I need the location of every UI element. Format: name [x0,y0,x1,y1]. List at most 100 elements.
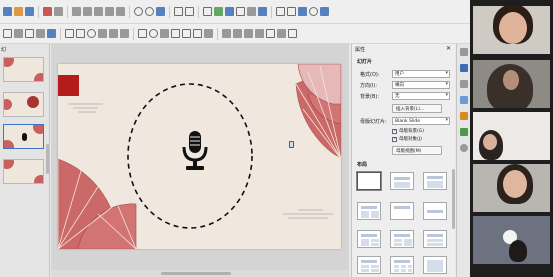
clone-icon[interactable] [105,7,114,16]
image-icon[interactable] [214,7,223,16]
textbox-icon[interactable] [236,7,245,16]
spelling-icon[interactable] [156,7,165,16]
layout-blank[interactable] [357,172,381,190]
insert-image-button[interactable]: 插入背景(L)... [392,104,442,113]
scrollbar-thumb[interactable] [161,272,231,275]
line-color-icon[interactable] [36,29,45,38]
layout-title-content[interactable] [423,172,447,190]
slide-section-title[interactable]: 幻灯片 [357,58,372,65]
slide-thumbnail-2[interactable] [3,92,44,117]
background-select[interactable]: 无 [392,92,450,100]
chart-icon[interactable] [225,7,234,16]
master-slides-icon[interactable] [460,80,468,88]
arrow-icon[interactable] [98,29,107,38]
transition-icon[interactable] [460,112,468,120]
clear-icon[interactable] [116,7,125,16]
save-icon[interactable] [25,7,34,16]
format-select[interactable]: 用户 [392,70,450,78]
layout-title-content-2[interactable] [390,230,414,248]
shapes-icon[interactable] [276,7,285,16]
slide-thumbnail-1[interactable] [3,57,44,82]
callouts-icon[interactable] [182,29,191,38]
open-icon[interactable] [14,7,23,16]
new-icon[interactable] [3,7,12,16]
fill-color-icon[interactable] [47,29,56,38]
sidebar-icon[interactable] [320,7,329,16]
stars-icon[interactable] [193,29,202,38]
select-icon[interactable] [3,29,12,38]
layout-title-2-content[interactable] [357,202,381,220]
redo-icon[interactable] [145,7,154,16]
layout-centered-text[interactable] [423,202,447,220]
grid-icon[interactable] [174,7,183,16]
slide-thumbnail-3[interactable] [3,124,44,149]
layout-title-only[interactable] [390,202,414,220]
cut-icon[interactable] [72,7,81,16]
shadow-icon[interactable] [255,29,264,38]
toolbar-separator [271,5,272,18]
textbox-icon[interactable] [25,29,34,38]
layout-4-content[interactable] [357,256,381,274]
export-pdf-icon[interactable] [43,7,52,16]
rectangle-icon[interactable] [76,29,85,38]
layout-title-content-over[interactable] [423,230,447,248]
3d-icon[interactable] [204,29,213,38]
connector-icon[interactable] [120,29,129,38]
symbol-shapes-icon[interactable] [149,29,158,38]
master-slide-select[interactable]: Blank Slide [392,117,450,125]
display-views-icon[interactable] [185,7,194,16]
slide-thumbnail-4[interactable] [3,159,44,184]
start-slideshow-icon[interactable] [298,7,307,16]
master-view-button[interactable]: 母版视图(M) [392,146,442,155]
paste-icon[interactable] [94,7,103,16]
red-accent-square[interactable] [58,75,79,96]
fontwork-icon[interactable] [258,7,267,16]
line-icon[interactable] [65,29,74,38]
participant-video-4[interactable] [473,164,550,212]
participant-video-5[interactable] [473,216,550,264]
rotate-icon[interactable] [222,29,231,38]
align-icon[interactable] [233,29,242,38]
undo-icon[interactable] [134,7,143,16]
microphone-icon[interactable] [181,129,209,173]
table-icon[interactable] [203,7,212,16]
slides-pane-title: 幻 [1,47,7,53]
layout-6-content[interactable] [390,256,414,274]
print-icon[interactable] [54,7,63,16]
toggle-extrusion-icon[interactable] [288,29,297,38]
copy-icon[interactable] [83,7,92,16]
zoom-icon[interactable] [14,29,23,38]
slide-icon[interactable] [287,7,296,16]
sidebar-scrollbar[interactable] [452,169,455,229]
layout-vertical-title[interactable] [423,256,447,274]
participant-video-2[interactable] [473,60,550,108]
navigator-icon[interactable] [460,144,468,152]
animation-icon[interactable] [460,96,468,104]
close-icon[interactable]: ✕ [446,45,451,52]
special-char-icon[interactable] [247,7,256,16]
master-background-checkbox[interactable]: 母版背景(G) [392,128,424,134]
ellipse-icon[interactable] [87,29,96,38]
block-arrows-icon[interactable] [160,29,169,38]
filter-icon[interactable] [277,29,286,38]
layout-title-2-content-content[interactable] [357,230,381,248]
flowchart-icon[interactable] [171,29,180,38]
horizontal-scrollbar[interactable] [51,270,349,277]
crop-icon[interactable] [266,29,275,38]
present-icon[interactable] [309,7,318,16]
layout-title-slide[interactable] [390,172,414,190]
participant-video-1[interactable] [473,6,550,54]
current-slide[interactable] [58,64,341,249]
properties-icon[interactable] [460,64,468,72]
slides-scrollbar[interactable] [46,144,49,174]
menu-icon[interactable] [460,48,468,56]
gallery-icon[interactable] [460,128,468,136]
arrange-icon[interactable] [244,29,253,38]
orientation-select[interactable]: 横向 [392,81,450,89]
master-objects-checkbox[interactable]: 母版对象(J) [392,136,422,142]
thumbnail-fan-decoration [4,58,14,67]
participant-video-3[interactable] [473,112,550,160]
basic-shapes-icon[interactable] [138,29,147,38]
curve-icon[interactable] [109,29,118,38]
layouts-section-title[interactable]: 布局 [357,161,367,168]
